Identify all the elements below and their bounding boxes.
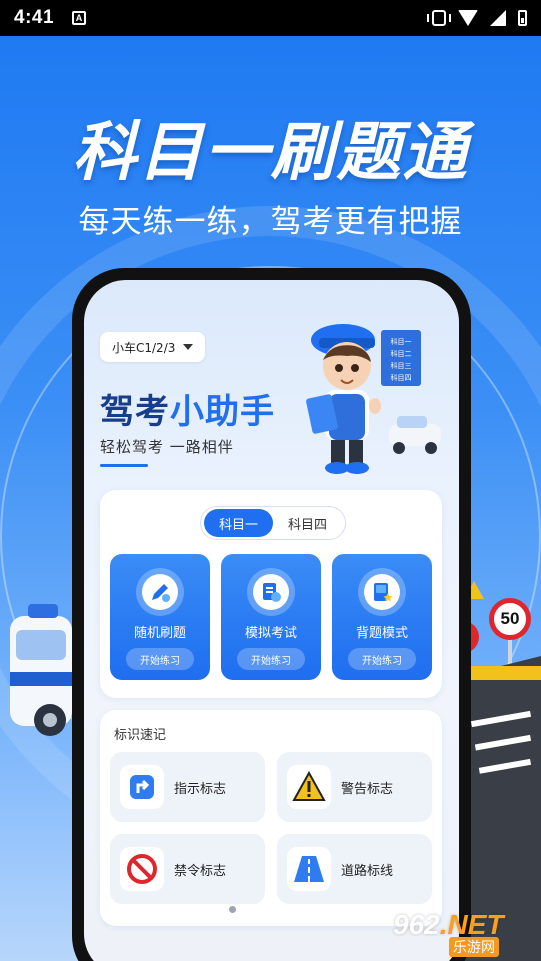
police-car-illustration bbox=[10, 604, 72, 736]
banner-subline: 每天练一练，驾考更有把握 bbox=[78, 204, 463, 240]
notification-a-icon: A bbox=[72, 11, 87, 25]
battery-icon bbox=[518, 10, 527, 26]
direction-sign-icon bbox=[120, 765, 164, 809]
road-marking-icon bbox=[287, 847, 331, 891]
exam-clock-icon bbox=[247, 568, 295, 616]
start-practice-button[interactable]: 开始练习 bbox=[126, 648, 194, 670]
chevron-down-icon bbox=[183, 344, 194, 350]
prohibition-sign-icon bbox=[120, 847, 164, 891]
sign-label: 禁令标志 bbox=[174, 863, 227, 879]
memorize-mode-card[interactable]: 背题模式 开始练习 bbox=[332, 554, 432, 680]
signal-icon bbox=[490, 10, 506, 26]
status-icons bbox=[427, 10, 527, 26]
random-practice-card[interactable]: 随机刷题 开始练习 bbox=[110, 554, 210, 680]
pencil-icon bbox=[136, 568, 184, 616]
book-star-icon bbox=[358, 568, 406, 616]
sign-item-warning[interactable]: 警告标志 bbox=[277, 752, 432, 822]
sign-item-direction[interactable]: 指示标志 bbox=[110, 752, 265, 822]
mode-label: 模拟考试 bbox=[244, 626, 297, 641]
mascot-illustration: 科目一 科目二 科目三 科目四 bbox=[306, 324, 441, 474]
speed-limit-sign: 50 bbox=[489, 598, 531, 640]
sign-label: 指示标志 bbox=[174, 781, 227, 797]
mode-label: 随机刷题 bbox=[133, 626, 186, 641]
section-title: 标识速记 bbox=[114, 728, 167, 743]
mock-exam-card[interactable]: 模拟考试 开始练习 bbox=[221, 554, 321, 680]
practice-card: 科目一 科目四 随机刷题 开始练习 模拟考试 开始练习 背题模式 开始练习 bbox=[100, 490, 442, 698]
license-type-label: 小车C1/2/3 bbox=[112, 340, 176, 355]
page-indicator-dot bbox=[229, 906, 236, 913]
status-bar: 4:41 A bbox=[0, 0, 541, 36]
promo-screen: 科目一刷题通 每天练一练，驾考更有把握 50 小车C1/2/3 驾考小助手 轻松… bbox=[0, 36, 541, 961]
watermark-logo: 962.NET 乐游网 bbox=[393, 909, 535, 957]
sign-grid: 指示标志 警告标志 禁令标志 道路标线 bbox=[110, 752, 432, 904]
brand-subtitle: 轻松驾考 一路相伴 bbox=[100, 438, 234, 456]
license-type-dropdown[interactable]: 小车C1/2/3 bbox=[100, 332, 206, 362]
watermark-number-digits: 962 bbox=[393, 909, 440, 940]
start-practice-button[interactable]: 开始练习 bbox=[237, 648, 305, 670]
wifi-icon bbox=[458, 10, 478, 26]
tab-subject-four[interactable]: 科目四 bbox=[273, 509, 342, 537]
vibrate-icon bbox=[427, 10, 451, 26]
sign-label: 警告标志 bbox=[341, 781, 394, 797]
mascot-board-item: 科目一 bbox=[391, 337, 412, 346]
brand-title-part2: 小助手 bbox=[170, 392, 275, 432]
banner-headline: 科目一刷题通 bbox=[72, 116, 469, 190]
sign-memory-card: 标识速记 指示标志 警告标志 禁令标志 道路标线 bbox=[100, 710, 442, 926]
sign-label: 道路标线 bbox=[341, 863, 394, 879]
tab-subject-one[interactable]: 科目一 bbox=[204, 509, 273, 537]
brand-title-part1: 驾考 bbox=[100, 392, 170, 432]
practice-modes: 随机刷题 开始练习 模拟考试 开始练习 背题模式 开始练习 bbox=[110, 554, 432, 680]
phone-screen: 小车C1/2/3 驾考小助手 轻松驾考 一路相伴 科目一 科目二 科目三 科目四 bbox=[84, 280, 459, 961]
warning-sign-icon bbox=[287, 765, 331, 809]
watermark-suffix: .NET bbox=[439, 909, 504, 940]
subject-tabs: 科目一 科目四 bbox=[200, 506, 346, 540]
phone-mockup: 小车C1/2/3 驾考小助手 轻松驾考 一路相伴 科目一 科目二 科目三 科目四 bbox=[72, 268, 471, 961]
mascot-board-item: 科目三 bbox=[391, 361, 412, 370]
mascot-board-item: 科目四 bbox=[391, 373, 412, 382]
sign-item-road-marking[interactable]: 道路标线 bbox=[277, 834, 432, 904]
status-time: 4:41 bbox=[14, 7, 55, 28]
mascot-board-item: 科目二 bbox=[391, 349, 412, 358]
mode-label: 背题模式 bbox=[355, 626, 408, 641]
sign-item-prohibition[interactable]: 禁令标志 bbox=[110, 834, 265, 904]
watermark-site: 乐游网 bbox=[449, 937, 499, 957]
brand-underline bbox=[100, 464, 148, 467]
start-practice-button[interactable]: 开始练习 bbox=[348, 648, 416, 670]
brand-title: 驾考小助手 bbox=[100, 384, 275, 433]
